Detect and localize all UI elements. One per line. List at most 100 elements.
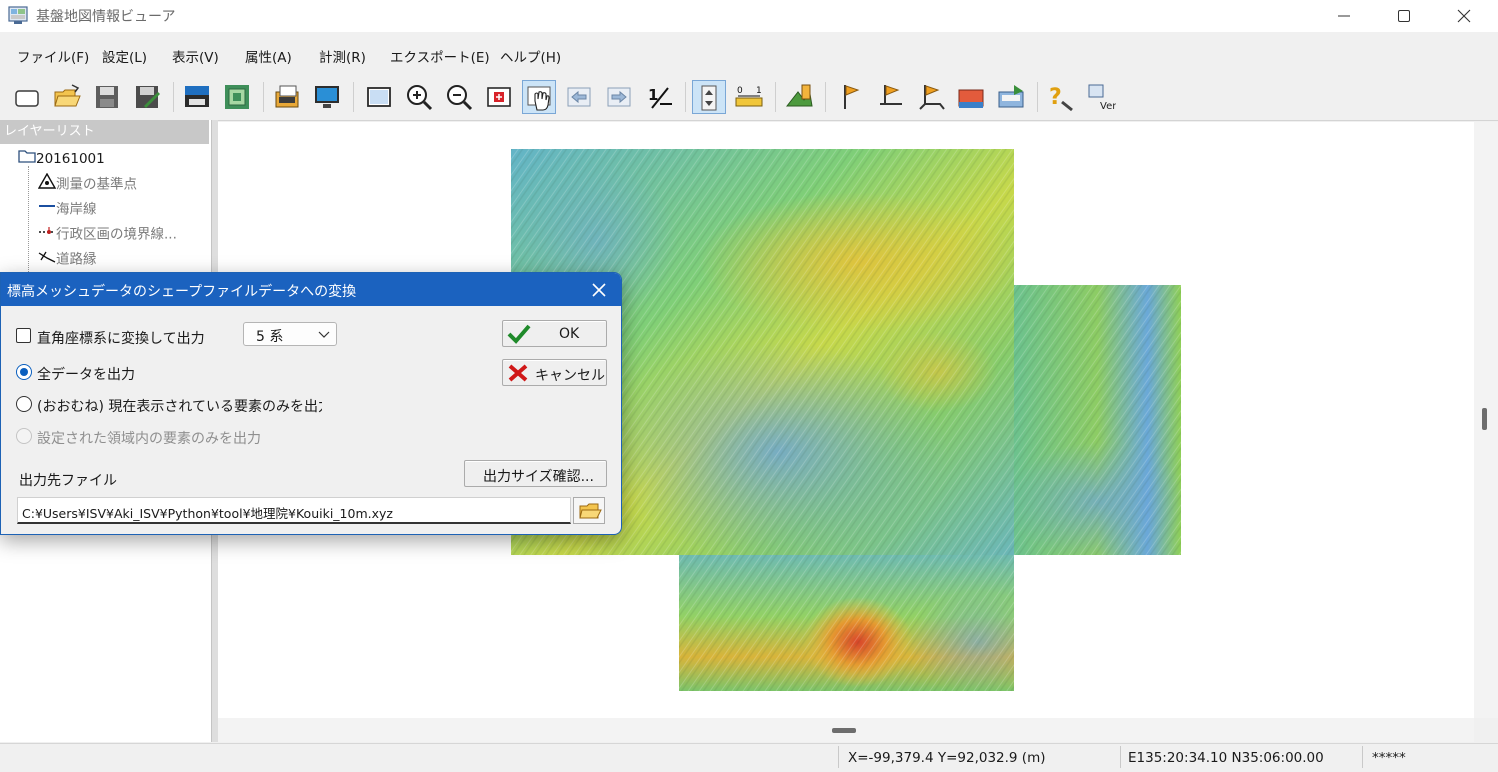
close-icon bbox=[592, 283, 606, 297]
full-extent-button[interactable] bbox=[362, 80, 396, 114]
next-view-button[interactable] bbox=[602, 80, 636, 114]
flag-polygon-icon bbox=[919, 85, 945, 110]
scale-icon: 1 bbox=[648, 86, 672, 109]
zoom-in-icon bbox=[407, 85, 433, 111]
convert-dialog: 標高メッシュデータのシェープファイルデータへの変換 直角座標系に変換して出力 5… bbox=[0, 272, 622, 535]
export-icon bbox=[998, 85, 1024, 108]
elevation-mesh-button[interactable] bbox=[692, 80, 726, 114]
print-button[interactable] bbox=[180, 80, 214, 114]
menu-settings[interactable]: 設定(L) bbox=[102, 46, 147, 66]
previous-view-button[interactable] bbox=[562, 80, 596, 114]
dialog-title: 標高メッシュデータのシェープファイルデータへの変換 bbox=[7, 284, 357, 300]
browse-button[interactable] bbox=[573, 497, 605, 524]
layer-item-road-edge[interactable]: 道路縁 bbox=[38, 248, 97, 270]
svg-text:?: ? bbox=[1049, 85, 1062, 110]
zone-select-value: 5 系 bbox=[256, 329, 284, 345]
layer-item-coastline[interactable]: 海岸線 bbox=[38, 198, 97, 220]
radio-visible-only[interactable] bbox=[16, 396, 32, 412]
profile-button[interactable] bbox=[954, 80, 988, 114]
zoom-in-button[interactable] bbox=[402, 80, 436, 114]
help-icon: ? bbox=[1049, 85, 1073, 112]
save-button[interactable] bbox=[90, 80, 124, 114]
layer-icon bbox=[225, 85, 249, 109]
status-extra: ***** bbox=[1372, 750, 1406, 766]
copy-button[interactable] bbox=[270, 80, 304, 114]
menu-view[interactable]: 表示(V) bbox=[172, 46, 219, 66]
open-folder-icon bbox=[54, 84, 81, 107]
title-bar: 基盤地図情報ビューア bbox=[0, 0, 1498, 32]
check-size-button[interactable]: 出力サイズ確認... bbox=[464, 460, 607, 487]
full-extent-icon bbox=[367, 87, 391, 107]
save-as-button[interactable] bbox=[130, 80, 164, 114]
ok-button[interactable]: OK bbox=[502, 320, 607, 347]
scale-button[interactable]: 1 bbox=[642, 80, 676, 114]
minimize-button[interactable] bbox=[1314, 0, 1374, 32]
help-button[interactable]: ? bbox=[1044, 80, 1078, 114]
zoom-box-icon bbox=[487, 87, 511, 107]
output-path-value: C:¥Users¥ISV¥Aki_ISV¥Python¥tool¥地理院¥Kou… bbox=[22, 506, 393, 521]
status-xy: X=-99,379.4 Y=92,032.9 (m) bbox=[848, 750, 1046, 766]
layer-item-label: 海岸線 bbox=[56, 201, 97, 218]
zoom-out-button[interactable] bbox=[442, 80, 476, 114]
convert-checkbox[interactable] bbox=[16, 328, 31, 343]
flag-button[interactable] bbox=[834, 80, 868, 114]
layer-item-label: 道路縁 bbox=[56, 251, 97, 268]
previous-view-icon bbox=[567, 87, 591, 107]
radio-visible-only-label: (おおむね) 現在表示されている要素のみを出力 bbox=[37, 399, 322, 415]
chevron-down-icon bbox=[318, 331, 330, 338]
dialog-title-bar: 標高メッシュデータのシェープファイルデータへの変換 bbox=[1, 273, 621, 306]
area-icon bbox=[785, 84, 813, 107]
print-icon bbox=[185, 86, 209, 107]
output-path-field[interactable]: C:¥Users¥ISV¥Aki_ISV¥Python¥tool¥地理院¥Kou… bbox=[17, 497, 571, 524]
distance-icon: 01 bbox=[735, 86, 763, 107]
maximize-icon bbox=[1398, 10, 1410, 22]
new-icon bbox=[15, 90, 39, 107]
monitor-button[interactable] bbox=[310, 80, 344, 114]
layer-item-survey-point[interactable]: 測量の基準点 bbox=[37, 172, 137, 196]
area-button[interactable] bbox=[782, 80, 816, 114]
window-title: 基盤地図情報ビューア bbox=[36, 9, 176, 25]
menu-help[interactable]: ヘルプ(H) bbox=[500, 46, 561, 66]
cross-icon bbox=[508, 364, 528, 382]
folder-icon bbox=[18, 148, 36, 170]
layer-root[interactable]: 20161001 bbox=[18, 148, 105, 170]
zone-select[interactable]: 5 系 bbox=[243, 322, 337, 346]
menu-file[interactable]: ファイル(F) bbox=[17, 46, 89, 66]
zoom-out-icon bbox=[447, 85, 473, 111]
distance-button[interactable]: 01 bbox=[732, 80, 766, 114]
svg-text:Ver: Ver bbox=[1100, 101, 1116, 112]
line-icon bbox=[38, 198, 56, 221]
menu-attribute[interactable]: 属性(A) bbox=[245, 46, 292, 66]
radio-region-only bbox=[16, 428, 32, 444]
minimize-icon bbox=[1338, 15, 1350, 17]
save-as-icon bbox=[136, 86, 160, 108]
layer-item-label: 測量の基準点 bbox=[56, 176, 137, 193]
menu-measure[interactable]: 計測(R) bbox=[319, 46, 366, 66]
layer-item-admin-boundary[interactable]: 行政区画の境界線... bbox=[38, 223, 177, 245]
triangle-point-icon bbox=[37, 172, 57, 196]
app-icon bbox=[8, 6, 28, 26]
maximize-button[interactable] bbox=[1374, 0, 1434, 32]
layer-item-label: 行政区画の境界線... bbox=[56, 226, 177, 243]
layer-list-header: レイヤーリスト bbox=[0, 120, 209, 144]
radio-all-data[interactable] bbox=[16, 364, 32, 380]
cancel-button[interactable]: キャンセル bbox=[502, 359, 607, 386]
flag-line-icon bbox=[880, 85, 902, 105]
zoom-box-button[interactable] bbox=[482, 80, 516, 114]
pan-button[interactable] bbox=[522, 80, 556, 114]
status-latlon: E135:20:34.10 N35:06:00.00 bbox=[1128, 750, 1324, 766]
horizontal-scroll-thumb[interactable] bbox=[832, 728, 856, 733]
copy-icon bbox=[275, 85, 299, 108]
vertical-scroll-thumb[interactable] bbox=[1482, 408, 1487, 430]
flag-line-button[interactable] bbox=[874, 80, 908, 114]
open-button[interactable] bbox=[50, 80, 84, 114]
ok-label: OK bbox=[559, 326, 580, 342]
dialog-close-button[interactable] bbox=[587, 278, 611, 302]
menu-export[interactable]: エクスポート(E) bbox=[390, 46, 490, 66]
layer-button[interactable] bbox=[220, 80, 254, 114]
version-button[interactable]: Ver bbox=[1084, 80, 1118, 114]
new-button[interactable] bbox=[10, 80, 44, 114]
close-button[interactable] bbox=[1434, 0, 1494, 32]
flag-polygon-button[interactable] bbox=[914, 80, 948, 114]
export-button[interactable] bbox=[994, 80, 1028, 114]
